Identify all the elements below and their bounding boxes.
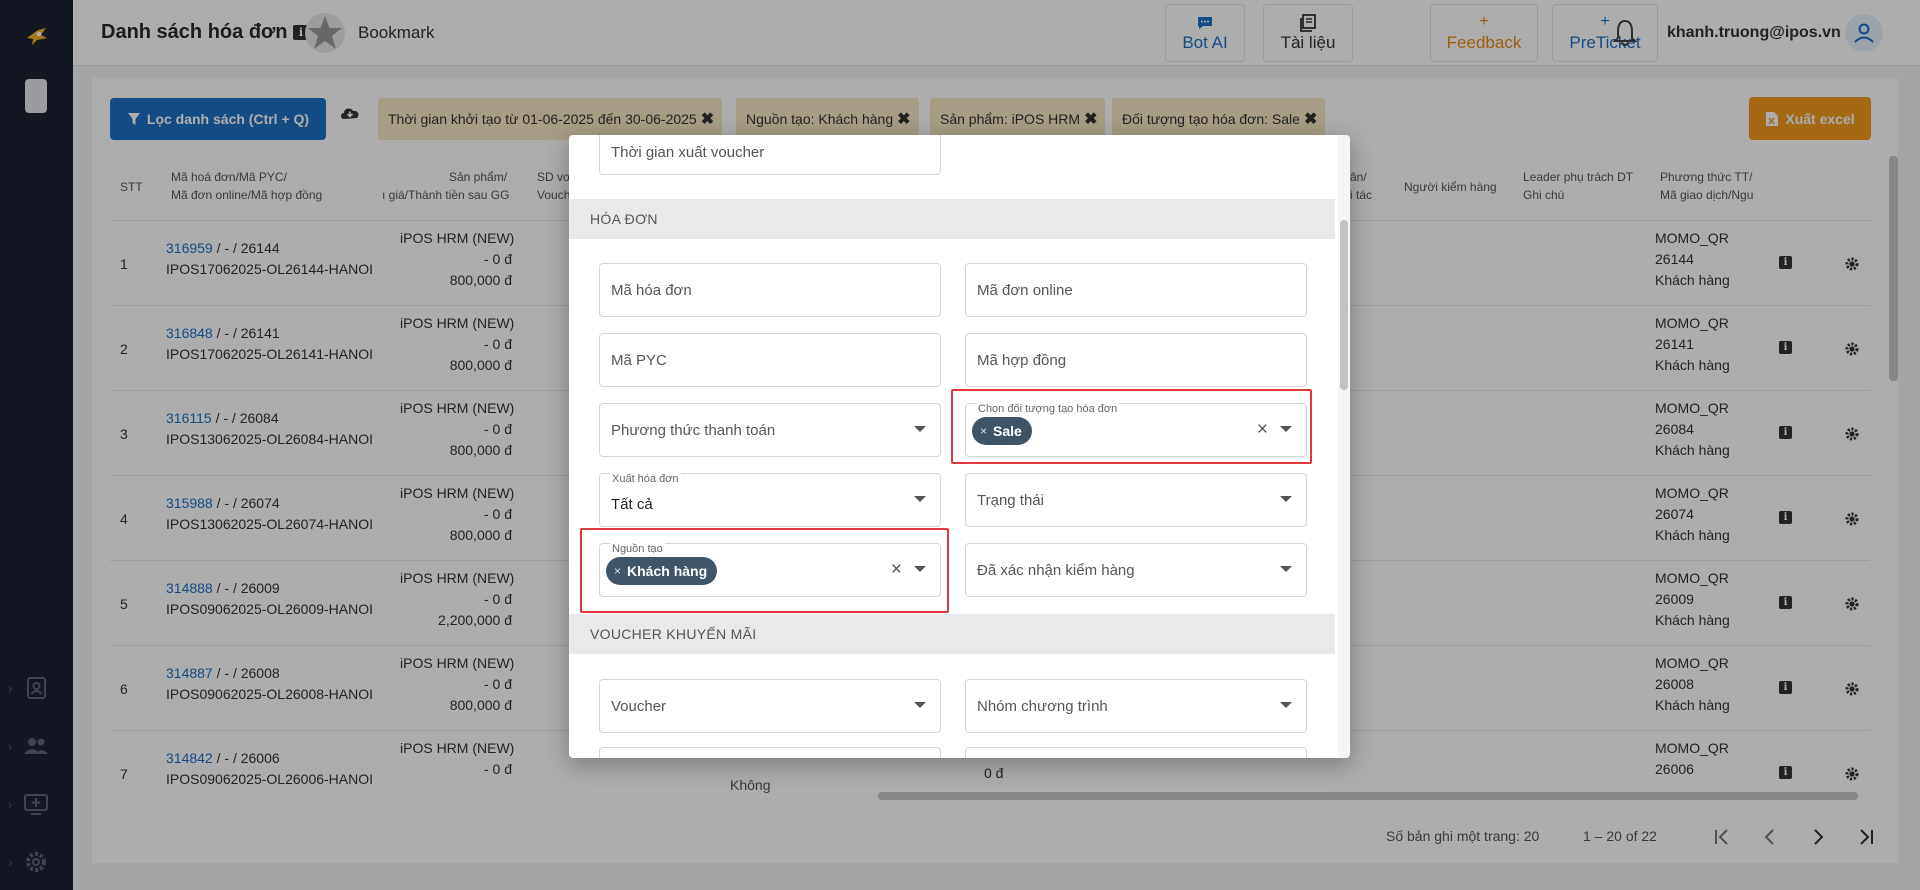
status-select[interactable]: Trạng thái bbox=[965, 473, 1307, 527]
voucher-time-placeholder: Thời gian xuất voucher bbox=[611, 144, 765, 161]
section-invoice-header: HÓA ĐƠN bbox=[569, 199, 1335, 239]
dropdown-caret-icon bbox=[1280, 496, 1292, 502]
inspection-select[interactable]: Đã xác nhận kiểm hàng bbox=[965, 543, 1307, 597]
pyc-code-placeholder: Mã PYC bbox=[611, 352, 667, 369]
program-group-select[interactable]: Nhóm chương trình bbox=[965, 679, 1307, 733]
highlight-box-creator-target bbox=[951, 389, 1312, 464]
highlight-box-source bbox=[580, 528, 949, 613]
voucher-time-field[interactable]: Thời gian xuất voucher bbox=[599, 135, 941, 175]
voucher-placeholder: Voucher bbox=[611, 698, 667, 715]
export-invoice-select[interactable]: Xuất hóa đơn Tất cả bbox=[599, 472, 941, 527]
section-voucher-header: VOUCHER KHUYẾN MÃI bbox=[569, 614, 1335, 654]
voucher-select[interactable]: Voucher bbox=[599, 679, 941, 733]
status-placeholder: Trạng thái bbox=[977, 492, 1044, 509]
dropdown-caret-icon bbox=[1280, 566, 1292, 572]
program-group-placeholder: Nhóm chương trình bbox=[977, 698, 1108, 715]
export-invoice-label: Xuất hóa đơn bbox=[610, 472, 681, 486]
dropdown-caret-icon bbox=[914, 496, 926, 502]
online-code-placeholder: Mã đơn online bbox=[977, 282, 1073, 299]
dropdown-caret-icon bbox=[914, 426, 926, 432]
dropdown-caret-icon bbox=[1280, 702, 1292, 708]
invoice-code-placeholder: Mã hóa đơn bbox=[611, 282, 692, 299]
next-field-right[interactable] bbox=[965, 747, 1307, 758]
next-field-left[interactable] bbox=[599, 747, 941, 758]
invoice-code-field[interactable]: Mã hóa đơn bbox=[599, 263, 941, 317]
dialog-scrollbar[interactable] bbox=[1340, 220, 1348, 390]
payment-method-select[interactable]: Phương thức thanh toán bbox=[599, 403, 941, 457]
payment-method-placeholder: Phương thức thanh toán bbox=[611, 422, 776, 439]
online-code-field[interactable]: Mã đơn online bbox=[965, 263, 1307, 317]
dropdown-caret-icon bbox=[914, 702, 926, 708]
pyc-code-field[interactable]: Mã PYC bbox=[599, 333, 941, 387]
contract-code-placeholder: Mã hợp đồng bbox=[977, 352, 1067, 369]
export-invoice-value: Tất cả bbox=[611, 496, 653, 513]
inspection-placeholder: Đã xác nhận kiểm hàng bbox=[977, 562, 1135, 579]
contract-code-field[interactable]: Mã hợp đồng bbox=[965, 333, 1307, 387]
